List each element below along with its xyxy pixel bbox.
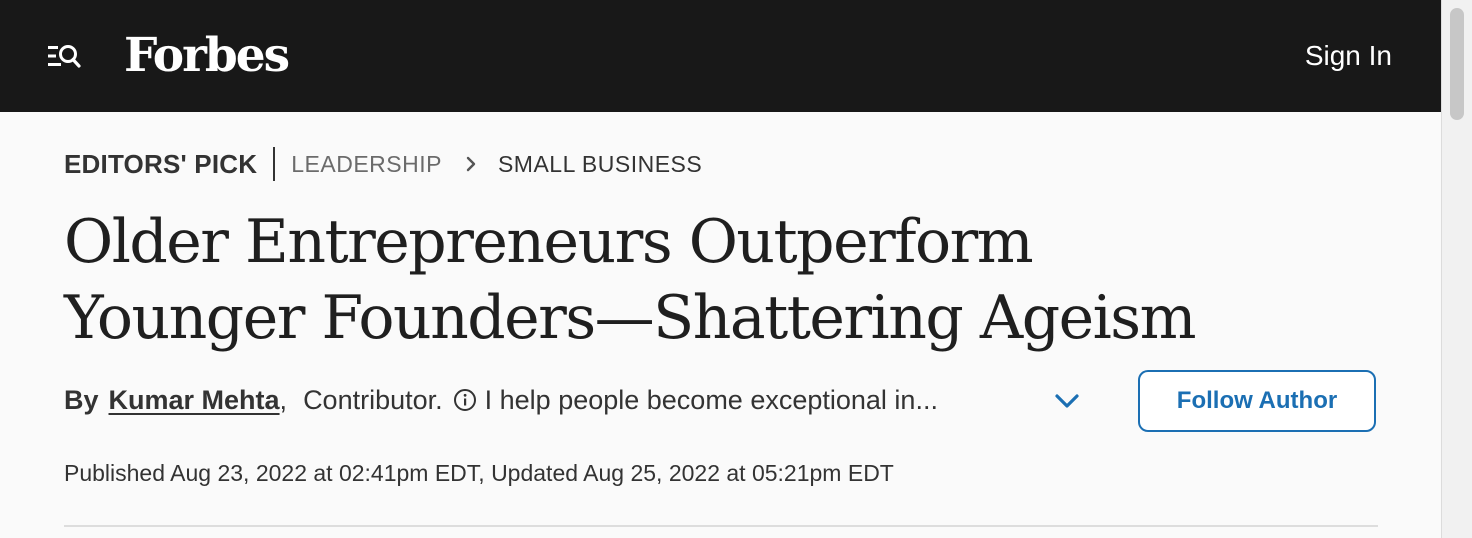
forbes-logo[interactable]: Forbes <box>124 26 290 86</box>
info-icon[interactable] <box>453 388 477 412</box>
publish-dates: Published Aug 23, 2022 at 02:41pm EDT, U… <box>64 460 894 486</box>
menu-search-icon[interactable] <box>46 40 82 72</box>
menu-search-icon-svg <box>48 45 81 68</box>
scrollbar-track[interactable] <box>1441 0 1472 538</box>
breadcrumb-divider <box>273 147 276 181</box>
site-header: Forbes Sign In <box>0 0 1442 112</box>
byline-by-label: By <box>64 384 99 415</box>
breadcrumb: EDITORS' PICK LEADERSHIP SMALL BUSINESS <box>64 146 702 182</box>
editors-pick-badge: EDITORS' PICK <box>64 148 258 179</box>
byline-comma: , <box>279 384 288 415</box>
follow-author-button[interactable]: Follow Author <box>1138 370 1376 432</box>
author-role: Contributor. <box>303 384 443 415</box>
breadcrumb-small-business-link[interactable]: SMALL BUSINESS <box>498 151 702 178</box>
breadcrumb-leadership-link[interactable]: LEADERSHIP <box>291 151 442 178</box>
byline: By Kumar Mehta, Contributor. I help peop… <box>64 380 938 420</box>
divider <box>64 525 1378 527</box>
scrollbar-thumb[interactable] <box>1450 8 1464 120</box>
author-bio: I help people become exceptional in... <box>484 384 938 415</box>
chevron-down-icon[interactable] <box>1052 388 1082 414</box>
sign-in-link[interactable]: Sign In <box>1305 38 1392 74</box>
author-name-link[interactable]: Kumar Mehta <box>109 385 280 416</box>
chevron-right-icon <box>466 156 476 172</box>
article-title: Older Entrepreneurs Outperform Younger F… <box>64 207 1196 353</box>
